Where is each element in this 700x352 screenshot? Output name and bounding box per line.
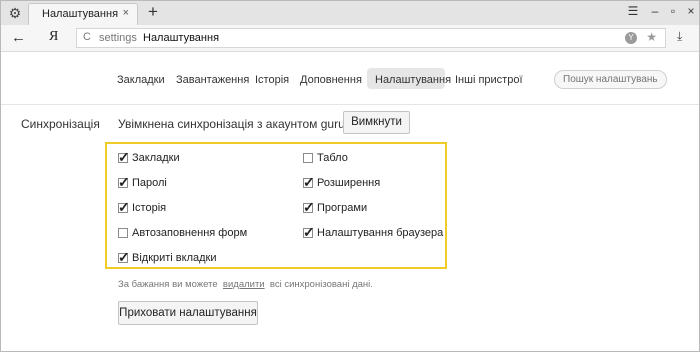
delete-data-note: За бажання ви можете видалити всі синхро… (118, 279, 373, 290)
checkbox[interactable] (303, 153, 313, 163)
option-label: Паролі (132, 177, 167, 189)
checkbox[interactable]: ✓ (303, 224, 315, 240)
option-label: Розширення (317, 177, 381, 189)
checkbox[interactable]: ✓ (303, 199, 315, 215)
settings-search-input[interactable] (554, 70, 667, 89)
restore-icon[interactable]: ▫ (665, 4, 681, 18)
section-label: Синхронізація (21, 117, 100, 131)
url-scheme: settings (99, 32, 137, 44)
browser-window: ⚙ Налаштування × + ☰ – ▫ × ← Я C setting… (0, 0, 700, 352)
nav-downloads[interactable]: Завантаження (176, 74, 249, 86)
check-mark-icon: ✓ (303, 199, 315, 215)
option-label: Табло (317, 152, 348, 164)
checkbox[interactable]: ✓ (118, 174, 130, 190)
delete-data-link[interactable]: видалити (223, 279, 265, 290)
option-label: Програми (317, 202, 368, 214)
note-text: всі синхронізовані дані. (269, 279, 373, 290)
note-text: За бажання ви можете (118, 279, 218, 290)
nav-bookmarks[interactable]: Закладки (117, 74, 165, 86)
option-label: Історія (132, 202, 167, 214)
check-mark-icon: ✓ (118, 199, 130, 215)
disable-sync-button[interactable]: Вимкнути (343, 111, 410, 134)
yandex-logo-button[interactable]: Я (49, 29, 58, 45)
tab-strip: ⚙ Налаштування × + ☰ – ▫ × (1, 1, 699, 25)
option-label: Налаштування браузера (317, 227, 444, 239)
option-label: Відкриті вкладки (132, 252, 217, 264)
nav-extensions[interactable]: Доповнення (300, 74, 362, 86)
check-mark-icon: ✓ (303, 174, 315, 190)
back-arrow-icon[interactable]: ← (11, 29, 26, 46)
address-toolbar: ← Я C settings Налаштування Y ★ ⤓ (1, 25, 699, 52)
check-mark-icon: ✓ (118, 149, 130, 165)
checkbox[interactable]: ✓ (118, 199, 130, 215)
tab-title: Налаштування (42, 8, 119, 20)
checkbox[interactable] (118, 228, 128, 238)
tab-settings[interactable]: Налаштування × (28, 3, 138, 25)
nav-settings[interactable]: Налаштування (375, 74, 451, 86)
new-tab-button[interactable]: + (148, 2, 158, 22)
gear-icon[interactable]: ⚙ (7, 5, 23, 21)
option-label: Закладки (132, 152, 180, 164)
menu-icon[interactable]: ☰ (625, 4, 641, 18)
hide-settings-button[interactable]: Приховати налаштування (118, 301, 258, 325)
check-mark-icon: ✓ (303, 224, 315, 240)
checkbox[interactable]: ✓ (118, 249, 130, 265)
minimize-icon[interactable]: – (647, 4, 663, 18)
download-icon[interactable]: ⤓ (677, 29, 682, 44)
checkbox[interactable]: ✓ (118, 149, 130, 165)
sync-status: Увімкнена синхронізація з акаунтом guru (118, 117, 345, 131)
check-mark-icon: ✓ (118, 174, 130, 190)
address-bar[interactable]: C settings Налаштування Y ★ (76, 28, 666, 48)
url-title: Налаштування (143, 32, 220, 44)
bookmark-star-icon[interactable]: ★ (646, 30, 657, 44)
close-tab-icon[interactable]: × (123, 7, 129, 19)
extension-icon[interactable]: Y (625, 32, 637, 44)
reload-icon[interactable]: C (83, 31, 91, 43)
checkbox[interactable]: ✓ (303, 174, 315, 190)
close-window-icon[interactable]: × (683, 4, 699, 18)
divider (1, 104, 699, 105)
check-mark-icon: ✓ (118, 249, 130, 265)
nav-history[interactable]: Історія (255, 74, 289, 86)
nav-other-devices[interactable]: Інші пристрої (455, 74, 523, 86)
option-label: Автозаповнення форм (132, 227, 248, 239)
